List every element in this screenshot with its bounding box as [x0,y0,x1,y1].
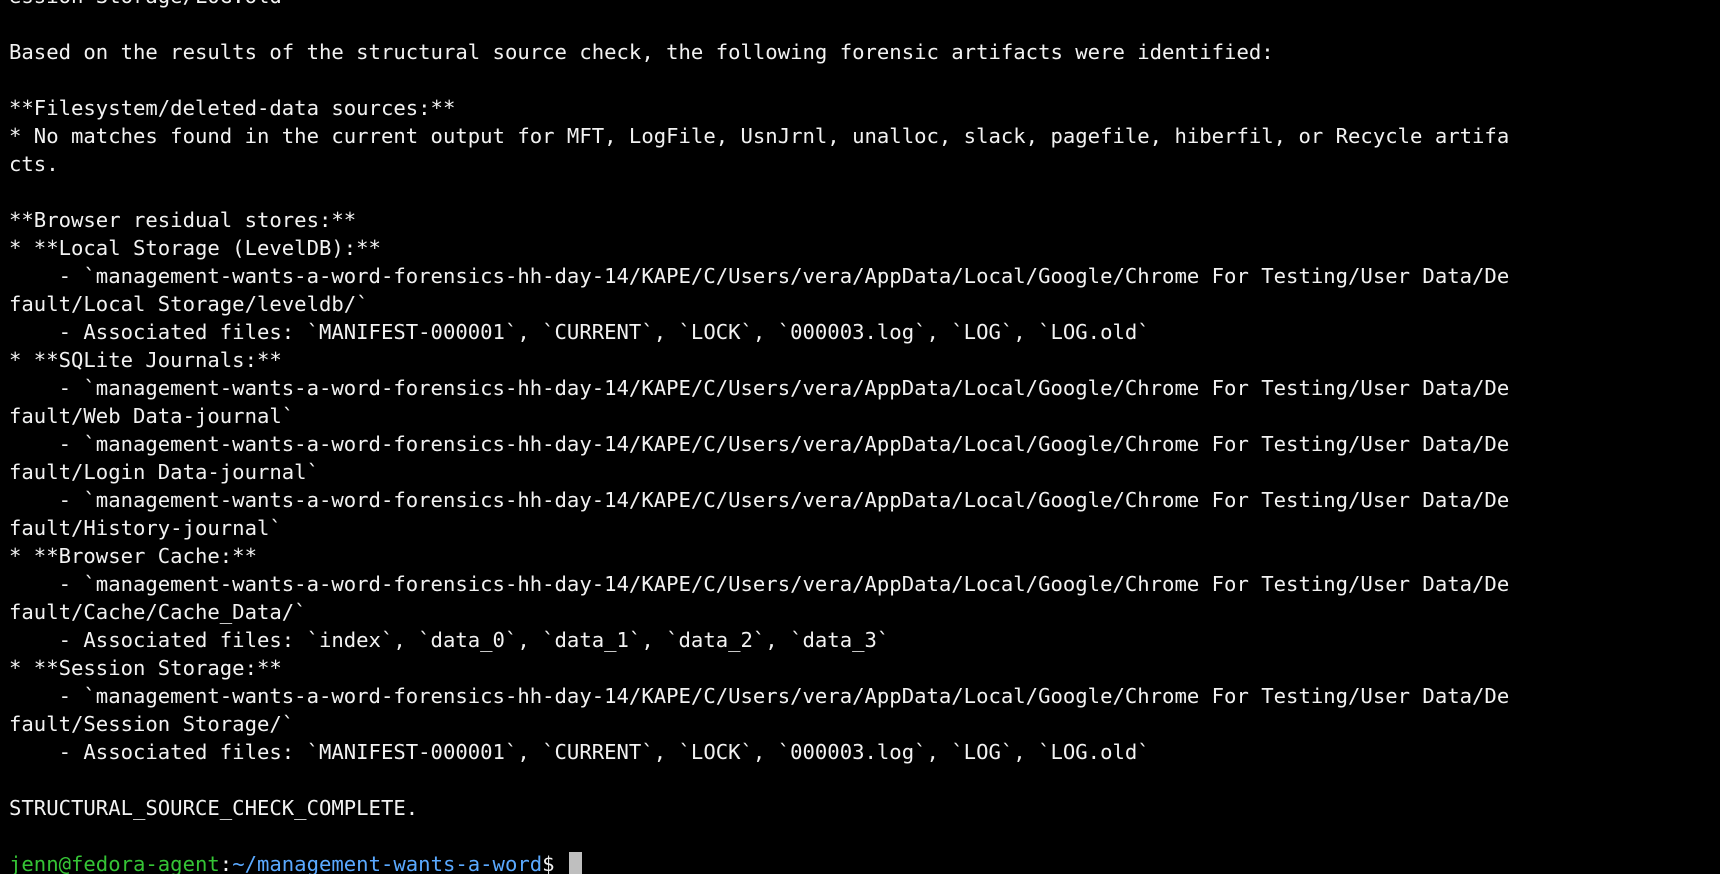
text-cursor[interactable] [568,852,582,874]
terminal-output: ession Storage/LOG.old Based on the resu… [9,0,1720,874]
output-line: - `management-wants-a-word-forensics-hh-… [9,572,1510,596]
output-line: * **SQLite Journals:** [9,348,282,372]
output-line: - `management-wants-a-word-forensics-hh-… [9,376,1510,400]
output-line: - Associated files: `index`, `data_0`, `… [9,628,890,652]
prompt-separator: : [219,852,233,874]
output-line: fault/Cache/Cache_Data/` [9,600,307,624]
output-line: - `management-wants-a-word-forensics-hh-… [9,432,1510,456]
output-line: - Associated files: `MANIFEST-000001`, `… [9,740,1150,764]
prompt-path: ~/management-wants-a-word [232,852,543,874]
output-line: - `management-wants-a-word-forensics-hh-… [9,684,1510,708]
output-line: - `management-wants-a-word-forensics-hh-… [9,488,1510,512]
output-line: fault/History-journal` [9,516,282,540]
output-line: Based on the results of the structural s… [9,40,1274,64]
terminal-window[interactable]: ession Storage/LOG.old Based on the resu… [0,0,1720,874]
output-line: * **Session Storage:** [9,656,282,680]
output-line: cts. [9,152,59,176]
output-line: **Browser residual stores:** [9,208,357,232]
output-line: fault/Session Storage/` [9,712,295,736]
prompt-user-host: jenn@fedora-agent [9,852,220,874]
output-line: fault/Local Storage/leveldb/` [9,292,369,316]
output-line: - `management-wants-a-word-forensics-hh-… [9,264,1510,288]
shell-prompt-line[interactable]: jenn@fedora-agent:~/management-wants-a-w… [9,850,1720,874]
output-line: * **Local Storage (LevelDB):** [9,236,381,260]
output-line: fault/Web Data-journal` [9,404,295,428]
output-line: fault/Login Data-journal` [9,460,319,484]
output-line: ession Storage/LOG.old [9,0,1720,10]
output-line: * **Browser Cache:** [9,544,257,568]
output-line: - Associated files: `MANIFEST-000001`, `… [9,320,1150,344]
output-line: **Filesystem/deleted-data sources:** [9,96,456,120]
output-line: STRUCTURAL_SOURCE_CHECK_COMPLETE. [9,796,419,820]
prompt-symbol: $ [542,852,567,874]
output-line: * No matches found in the current output… [9,124,1510,148]
